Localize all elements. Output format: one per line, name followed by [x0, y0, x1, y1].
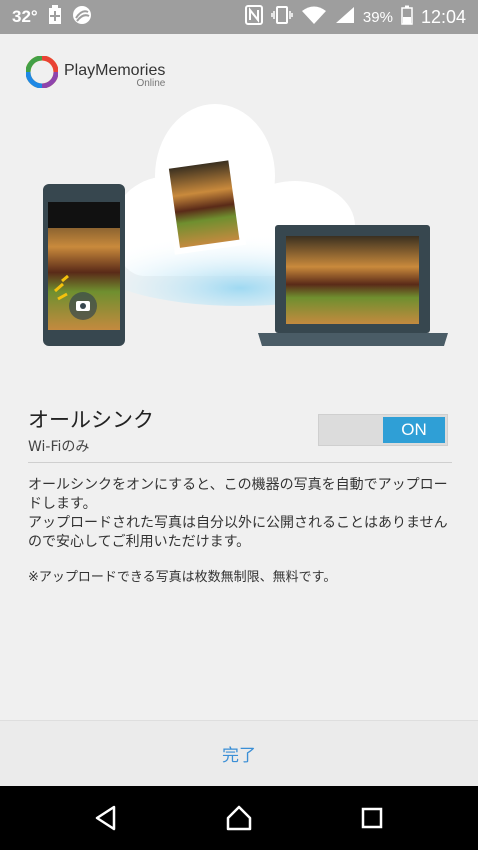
photo-illustration [162, 153, 247, 255]
status-bar: 32° 39% 12:04 [0, 0, 478, 34]
playmemories-logo-icon [25, 55, 59, 92]
all-sync-toggle[interactable]: ON [318, 414, 448, 446]
recents-icon[interactable] [358, 804, 386, 832]
navigation-bar [0, 786, 478, 850]
divider [28, 462, 452, 463]
sync-illustration [43, 104, 448, 346]
toggle-on-label: ON [383, 417, 445, 443]
laptop-illustration [258, 225, 448, 346]
done-button[interactable]: 完了 [222, 741, 256, 766]
description-paragraph-2: アップロードされた写真は自分以外に公開されることはありませんので安心してご利用い… [28, 515, 448, 550]
signal-icon [335, 6, 355, 28]
temperature: 32° [12, 7, 38, 26]
battery-plus-icon [48, 5, 62, 29]
app-logo: PlayMemories Online [25, 55, 165, 92]
clock: 12:04 [420, 6, 466, 27]
phone-illustration [43, 184, 125, 346]
back-icon[interactable] [92, 804, 120, 832]
description-paragraph-1: オールシンクをオンにすると、この機器の写真を自動でアップロードします。 [28, 477, 448, 512]
sync-subtitle: Wi-Fiのみ [28, 439, 90, 455]
footer-bar: 完了 [0, 721, 478, 786]
wifi-icon [301, 5, 327, 29]
app-notification-icon [72, 5, 92, 29]
description: オールシンクをオンにすると、この機器の写真を自動でアップロードします。 アップロ… [28, 476, 454, 552]
battery-percent: 39% [362, 8, 393, 26]
sync-title: オールシンク [28, 408, 154, 432]
battery-icon [401, 5, 413, 29]
free-note: ※アップロードできる写真は枚数無制限、無料です。 [28, 570, 337, 585]
home-icon[interactable] [225, 804, 253, 832]
vibrate-icon [271, 5, 293, 29]
nfc-icon [244, 5, 263, 29]
